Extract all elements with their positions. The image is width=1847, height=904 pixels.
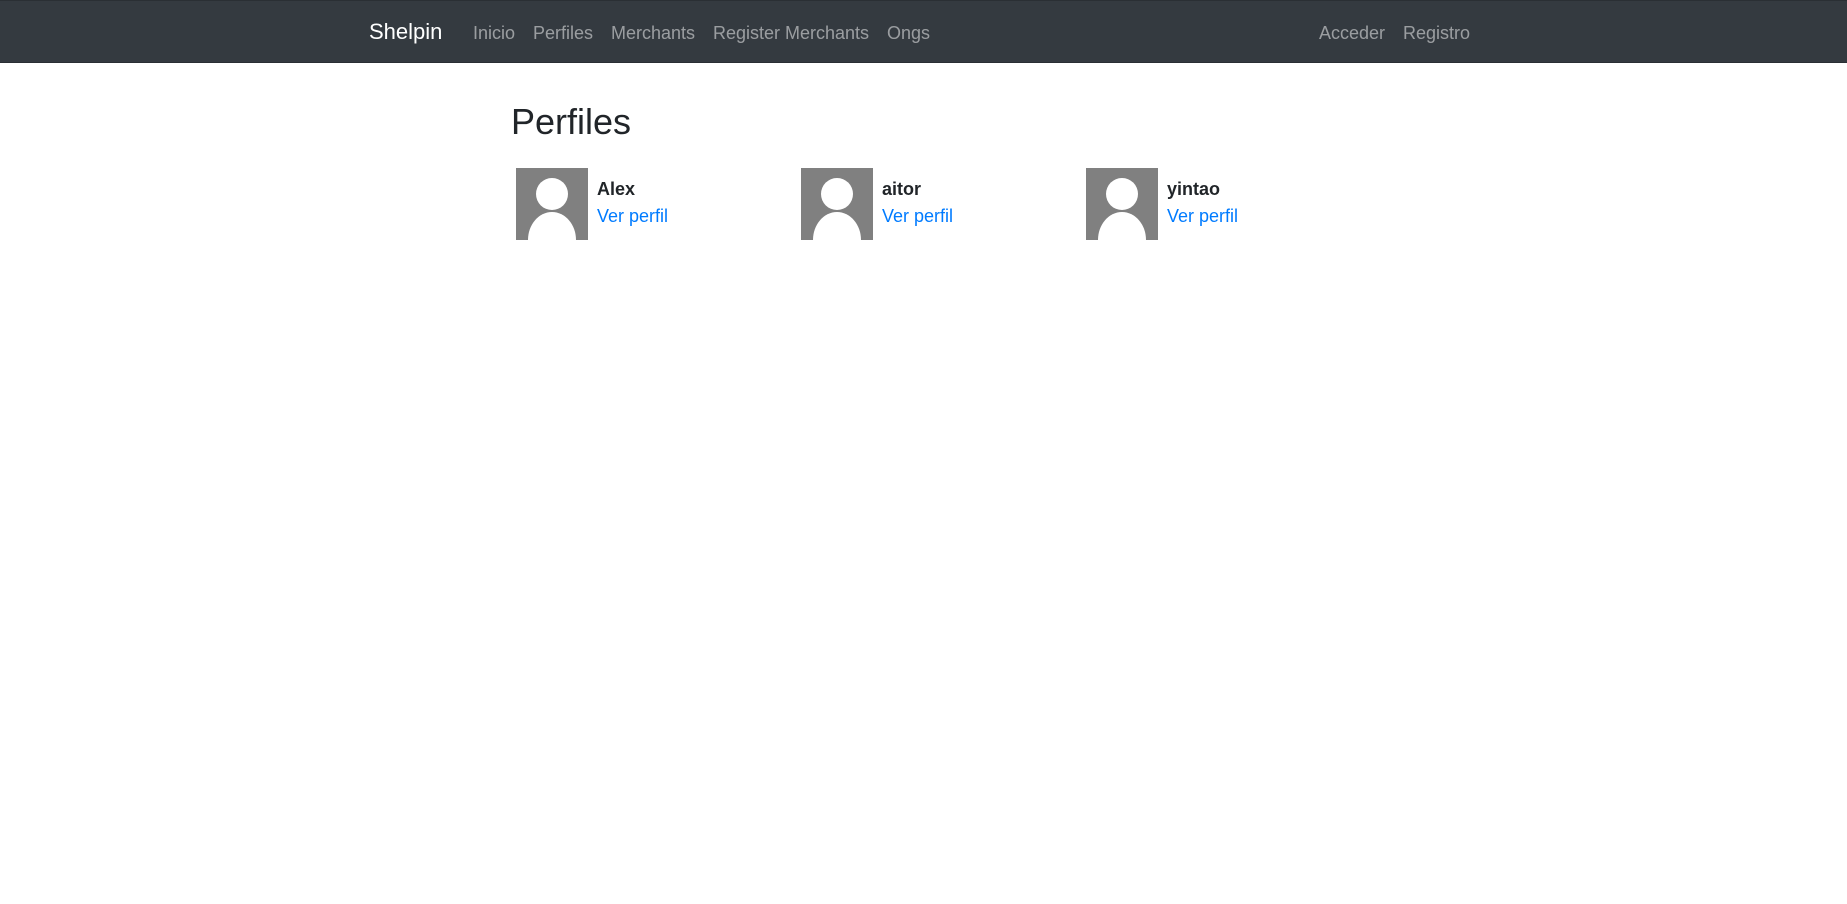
nav-link-ongs[interactable]: Ongs xyxy=(887,22,930,44)
profile-card: aitor Ver perfil xyxy=(801,168,1051,240)
nav-link-register-merchants[interactable]: Register Merchants xyxy=(713,22,869,44)
page-title: Perfiles xyxy=(511,101,632,142)
nav-link-inicio[interactable]: Inicio xyxy=(473,22,515,44)
nav-link-merchants[interactable]: Merchants xyxy=(611,22,695,44)
profile-card: Alex Ver perfil xyxy=(516,168,766,240)
top-navbar: Shelpin Inicio Perfiles Merchants Regist… xyxy=(0,0,1847,63)
nav-link-acceder[interactable]: Acceder xyxy=(1319,22,1385,44)
view-profile-link[interactable]: Ver perfil xyxy=(597,205,668,227)
profile-card: yintao Ver perfil xyxy=(1086,168,1336,240)
user-silhouette-icon xyxy=(1086,168,1158,240)
nav-link-perfiles[interactable]: Perfiles xyxy=(533,22,593,44)
view-profile-link[interactable]: Ver perfil xyxy=(882,205,953,227)
user-silhouette-icon xyxy=(801,168,873,240)
profile-name: yintao xyxy=(1167,179,1221,199)
profile-name: Alex xyxy=(597,179,636,199)
profile-name: aitor xyxy=(882,179,922,199)
user-silhouette-icon xyxy=(516,168,588,240)
nav-link-registro[interactable]: Registro xyxy=(1403,22,1470,44)
brand-link[interactable]: Shelpin xyxy=(369,19,442,45)
view-profile-link[interactable]: Ver perfil xyxy=(1167,205,1238,227)
